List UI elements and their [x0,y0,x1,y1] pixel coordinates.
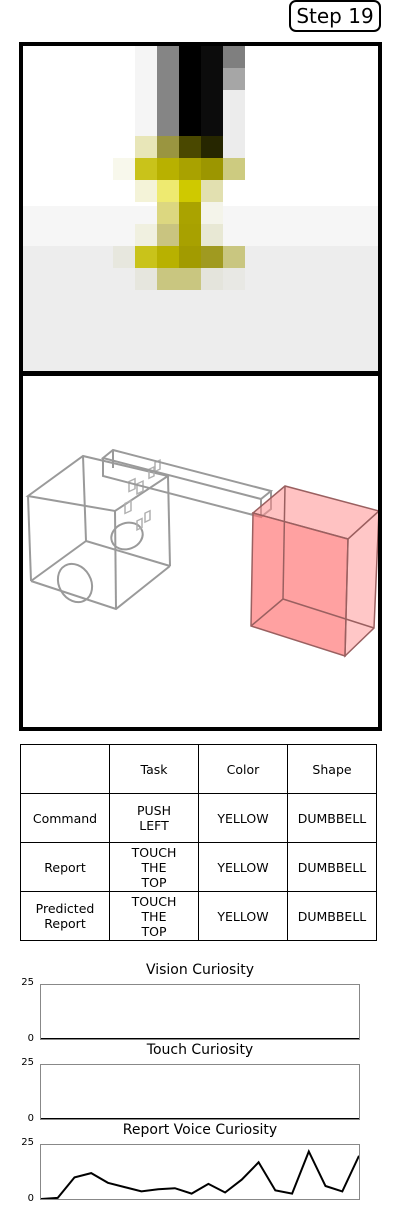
step-counter: Step 19 [289,0,381,32]
y-tick-min: 0 [27,1193,34,1204]
vision-yellow-pixel [201,158,223,180]
vision-yellow-pixel [179,158,201,180]
table-header-cell [20,744,110,794]
wireframe-bar [100,448,274,519]
vision-pixel [135,268,157,290]
vision-yellow-pixel [179,180,201,202]
vision-yellow-pixel [201,246,223,268]
vision-pixel [201,268,223,290]
table-header-row: Task Color Shape [20,744,377,794]
vision-yellow-pixel [157,224,179,246]
vision-yellow-pixel [223,158,245,180]
vision-gray-pixel-2 [223,68,245,90]
vision-yellow-pixel [223,246,245,268]
vision-yellow-pixel [157,202,179,224]
y-tick-max: 25 [21,1137,34,1148]
color-cell: YELLOW [198,891,288,941]
vision-black-column-2 [201,46,223,136]
table-header-cell: Task [109,744,199,794]
shape-cell: DUMBBELL [287,842,377,892]
vision-gray-column [157,46,179,136]
red-box [250,485,378,658]
report-table: Task Color Shape Command PUSH LEFT YELLOW… [20,744,377,941]
vision-pixel [223,268,245,290]
vision-light-pixel [223,90,245,136]
vision-yellow-pixel [179,202,201,224]
vision-yellow-pixel [179,246,201,268]
table-row: Predicted Report TOUCH THE TOP YELLOW DUMBB… [20,891,377,941]
vision-curiosity-title: Vision Curiosity [145,962,255,978]
table-header-cell: Shape [287,744,377,794]
touch-curiosity-title: Touch Curiosity [146,1042,254,1058]
task-cell: TOUCH THE TOP [109,891,199,941]
vision-pixel [201,136,223,158]
vision-pixel [223,136,245,158]
vision-pixel [201,180,223,202]
table-row: Report TOUCH THE TOP YELLOW DUMBBELL [20,842,377,892]
vision-pixel [201,202,223,224]
row-label: Command [20,793,110,843]
color-cell: YELLOW [198,842,288,892]
vision-yellow-pixel [157,268,201,290]
scene-render [25,448,378,658]
vision-curiosity-graph [40,984,360,1040]
series-line [40,1149,360,1200]
vision-light-yellow-pixel [157,180,179,202]
row-label: Predicted Report [20,891,110,941]
vision-pixel [201,224,223,246]
vision-yellow-pixel [135,246,157,268]
report-voice-curiosity-plot [40,1149,360,1200]
task-cell: TOUCH THE TOP [109,842,199,892]
vision-yellow-pixel [179,224,201,246]
vision-gray-pixel [223,46,245,68]
task-cell: PUSH LEFT [109,793,199,843]
vision-view [19,42,382,375]
scene-view [19,372,382,731]
vision-yellow-pixel [135,158,157,180]
table-row: Command PUSH LEFT YELLOW DUMBBELL [20,793,377,843]
vision-pixel [135,224,157,246]
report-voice-curiosity-graph [40,1144,360,1200]
shape-cell: DUMBBELL [287,891,377,941]
shape-cell: DUMBBELL [287,793,377,843]
vision-pixel [179,136,201,158]
table-header-cell: Color [198,744,288,794]
vision-curiosity-plot [41,1038,359,1040]
color-cell: YELLOW [198,793,288,843]
vision-pixel [135,136,157,158]
vision-yellow-pixel [157,158,179,180]
vision-pixel [135,180,157,202]
vision-pixel [113,158,135,180]
row-label: Report [20,842,110,892]
vision-black-column [179,46,201,136]
vision-yellow-pixel [157,246,179,268]
report-voice-curiosity-title: Report Voice Curiosity [122,1122,278,1138]
vision-pixel [157,136,179,158]
touch-curiosity-graph [40,1064,360,1120]
y-tick-max: 25 [21,1057,34,1068]
vision-pixel [113,246,135,268]
touch-curiosity-plot [41,1118,359,1120]
y-tick-max: 25 [21,977,34,988]
